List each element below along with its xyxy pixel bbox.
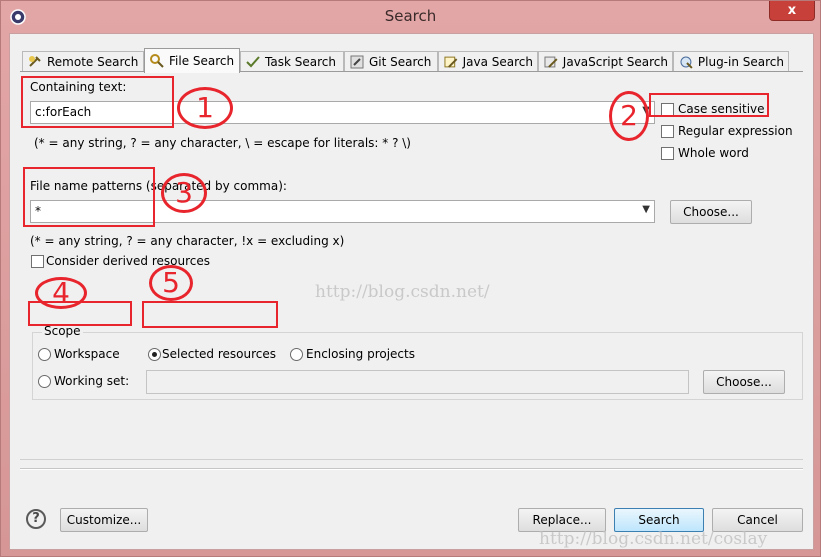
tab-file-search[interactable]: File Search [144, 48, 240, 73]
tab-label: Task Search [265, 55, 336, 69]
derived-resources-checkbox[interactable] [31, 255, 44, 268]
task-search-icon [246, 56, 260, 68]
tab-label: File Search [169, 54, 235, 68]
watermark-bottom: http://blog.csdn.net/coslay [539, 529, 768, 549]
git-search-icon [350, 55, 364, 69]
tab-javascript-search[interactable]: JavaScript Search [538, 51, 673, 72]
annotation-box-case-sensitive [649, 93, 769, 117]
tab-java-search[interactable]: Java Search [438, 51, 538, 72]
remote-search-icon [29, 56, 41, 67]
workspace-radio[interactable] [38, 348, 51, 361]
help-icon[interactable]: ? [26, 509, 46, 529]
enclosing-projects-radio[interactable] [290, 348, 303, 361]
tab-git-search[interactable]: Git Search [344, 51, 438, 72]
whole-word-label: Whole word [678, 146, 749, 160]
workspace-label: Workspace [54, 347, 120, 361]
javascript-search-icon [544, 56, 558, 68]
close-button[interactable]: x [769, 1, 815, 21]
tab-label: Git Search [369, 55, 432, 69]
whole-word-checkbox[interactable] [661, 147, 674, 160]
containing-text-hint: (* = any string, ? = any character, \ = … [34, 136, 411, 150]
tab-label: JavaScript Search [562, 55, 668, 69]
plugin-search-icon [680, 56, 693, 69]
annotation-box-selected-resources [142, 301, 278, 328]
customize-button[interactable]: Customize... [60, 508, 148, 532]
annotation-circle-1: 1 [177, 87, 233, 129]
annotation-circle-2: 2 [609, 91, 649, 141]
regex-label: Regular expression [678, 124, 793, 138]
scope-title: Scope [42, 324, 83, 338]
file-search-icon [150, 54, 164, 68]
file-search-page: Containing text: c:forEach ▼ (* = any st… [20, 71, 803, 460]
chevron-down-icon[interactable]: ▼ [642, 204, 650, 215]
footer-separator [20, 468, 803, 470]
derived-resources-label: Consider derived resources [46, 254, 210, 268]
watermark-center: http://blog.csdn.net/ [315, 282, 490, 302]
tab-remote-search[interactable]: Remote Search [22, 51, 144, 72]
tab-plugin-search[interactable]: Plug-in Search [673, 51, 789, 72]
working-set-radio[interactable] [38, 375, 51, 388]
annotation-circle-3: 3 [161, 173, 207, 213]
annotation-circle-4: 4 [35, 277, 87, 309]
working-set-field[interactable] [146, 370, 689, 394]
working-set-label: Working set: [54, 374, 130, 388]
regex-checkbox[interactable] [661, 125, 674, 138]
tab-label: Plug-in Search [697, 55, 784, 69]
annotation-box-file-patterns [23, 167, 155, 227]
selected-resources-label: Selected resources [162, 347, 276, 361]
java-search-icon [444, 56, 458, 68]
file-patterns-hint: (* = any string, ? = any character, !x =… [30, 234, 345, 248]
annotation-circle-5: 5 [149, 265, 193, 301]
window-title: Search [384, 7, 437, 25]
enclosing-projects-label: Enclosing projects [306, 347, 415, 361]
title-bar: Search x [1, 1, 820, 33]
tab-label: Remote Search [47, 55, 139, 69]
choose-working-set-button[interactable]: Choose... [703, 370, 785, 394]
selected-resources-radio[interactable] [148, 348, 161, 361]
annotation-box-containing-text [21, 76, 174, 128]
choose-patterns-button[interactable]: Choose... [670, 200, 752, 224]
tab-label: Java Search [462, 55, 533, 69]
search-dialog: Search x Remote Search File Search Task … [0, 0, 821, 557]
tab-task-search[interactable]: Task Search [240, 51, 344, 72]
